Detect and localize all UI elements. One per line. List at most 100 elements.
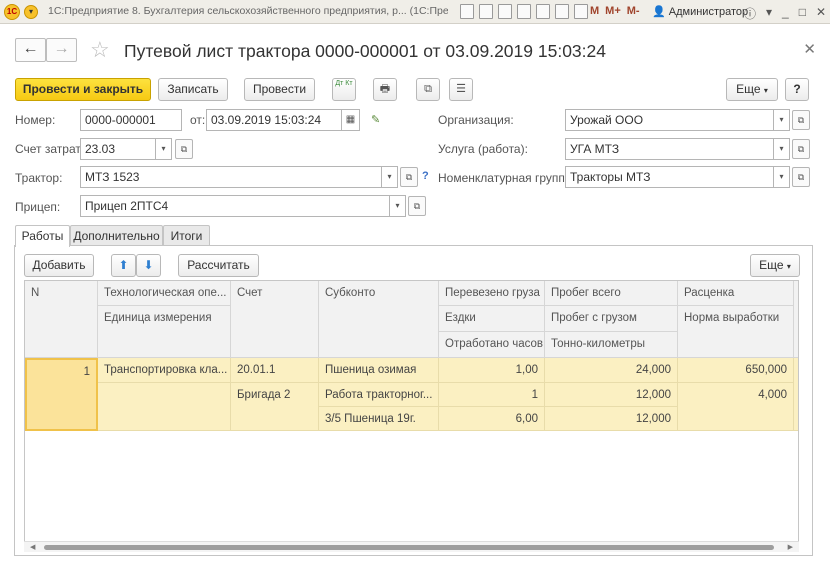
memory-plus-button[interactable]: M+ [605, 5, 621, 17]
cost-account-input[interactable]: 23.03 [80, 138, 156, 160]
row-1-subconto-2[interactable]: Работа тракторног... [319, 383, 439, 407]
col-header-mileage-total[interactable]: Пробег всего [545, 281, 678, 306]
service-open-button[interactable]: ⧉ [792, 139, 810, 159]
tab-totals[interactable]: Итоги [163, 225, 210, 246]
print-button[interactable]: 🖶 [373, 78, 397, 101]
move-down-button[interactable]: ⬇ [136, 254, 161, 277]
tractor-help-icon[interactable]: ? [422, 170, 429, 182]
structure-button[interactable]: ⧉ [416, 78, 440, 101]
col-header-account[interactable]: Счет [231, 281, 319, 358]
info-icon[interactable]: ⓘ [744, 5, 756, 22]
help-button[interactable]: ? [785, 78, 809, 101]
scroll-left-icon[interactable]: ◀ [30, 542, 35, 553]
print-icon[interactable] [479, 4, 493, 19]
minimize-icon[interactable]: _ [782, 5, 789, 22]
trailer-input[interactable]: Прицеп 2ПТС4 [80, 195, 390, 217]
row-1-brigade[interactable]: Бригада 2 [231, 383, 319, 431]
service-input[interactable]: УГА МТЗ [565, 138, 774, 160]
window-menu-chevron-icon[interactable]: ▾ [766, 5, 772, 22]
open-icon: ⧉ [180, 144, 188, 154]
row-1-account[interactable]: 20.01.1 [231, 358, 319, 383]
col-header-operation[interactable]: Технологическая опе... [98, 281, 231, 306]
row-1-mileage-total[interactable]: 24,000 [545, 358, 678, 383]
tab-additional[interactable]: Дополнительно [70, 225, 163, 246]
tractor-dropdown[interactable]: ▾ [382, 166, 398, 188]
preview-icon[interactable] [498, 4, 512, 19]
col-header-mileage-cargo[interactable]: Пробег с грузом [545, 306, 678, 332]
chevron-down-icon: ▾ [395, 201, 400, 210]
nomenclature-group-open-button[interactable]: ⧉ [792, 167, 810, 187]
post-and-close-button[interactable]: Провести и закрыть [15, 78, 151, 101]
col-header-unit[interactable]: Единица измерения [98, 306, 231, 358]
service-dropdown[interactable]: ▾ [774, 138, 790, 160]
tab-works[interactable]: Работы [15, 225, 70, 247]
add-row-button[interactable]: Добавить [24, 254, 94, 277]
organization-input[interactable]: Урожай ООО [565, 109, 774, 131]
row-1-ton-km[interactable]: 12,000 [545, 407, 678, 431]
table-more-button[interactable]: Еще ▾ [750, 254, 800, 277]
save-button[interactable]: Записать [158, 78, 228, 101]
row-1-unit[interactable] [98, 383, 231, 431]
row-1-operation[interactable]: Транспортировка кла... [98, 358, 231, 383]
open-icon: ⧉ [797, 172, 805, 182]
move-up-button[interactable]: ⬆ [111, 254, 136, 277]
col-header-rate[interactable]: Расценка [678, 281, 794, 306]
main-menu-icon[interactable]: ▾ [24, 5, 38, 19]
tractor-open-button[interactable]: ⧉ [400, 167, 418, 187]
more-button[interactable]: Еще ▾ [726, 78, 778, 101]
current-user[interactable]: 👤 Администратор [652, 5, 748, 18]
date-picker-button[interactable]: ▦ [342, 109, 360, 131]
dt-kt-button[interactable]: Дт Кт [332, 78, 356, 101]
calculator-icon[interactable] [555, 4, 569, 19]
calculate-button[interactable]: Рассчитать [178, 254, 259, 277]
memory-minus-button[interactable]: M- [627, 5, 640, 17]
post-button[interactable]: Провести [244, 78, 315, 101]
back-button[interactable]: ← [15, 38, 46, 62]
organization-open-button[interactable]: ⧉ [792, 110, 810, 130]
col-header-subconto[interactable]: Субконто [319, 281, 439, 358]
window-close-icon[interactable]: ✕ [816, 5, 826, 22]
row-1-trips[interactable]: 1 [439, 383, 545, 407]
scroll-right-icon[interactable]: ▶ [788, 542, 793, 553]
attachments-button[interactable]: ☰ [449, 78, 473, 101]
row-1-cargo[interactable]: 1,00 [439, 358, 545, 383]
row-1-rate[interactable]: 650,000 [678, 358, 794, 383]
row-1-hours[interactable]: 6,00 [439, 407, 545, 431]
table-horizontal-scrollbar[interactable]: ◀ ▶ [24, 541, 799, 552]
col-header-n[interactable]: N [25, 281, 98, 358]
row-1-norm[interactable]: 4,000 [678, 383, 794, 431]
row-1-subconto-1[interactable]: Пшеница озимая [319, 358, 439, 383]
number-input[interactable]: 0000-000001 [80, 109, 182, 131]
link-icon[interactable] [517, 4, 531, 19]
trailer-open-button[interactable]: ⧉ [408, 196, 426, 216]
col-header-cargo[interactable]: Перевезено груза [439, 281, 545, 306]
col-header-ton-km[interactable]: Тонно-километры [545, 332, 678, 358]
history-icon[interactable] [536, 4, 550, 19]
col-header-trips[interactable]: Ездки [439, 306, 545, 332]
forward-button[interactable]: → [46, 38, 77, 62]
col-header-norm[interactable]: Норма выработки [678, 306, 794, 358]
works-table[interactable]: N Технологическая опе... Единица измерен… [24, 280, 799, 552]
cost-account-open-button[interactable]: ⧉ [175, 139, 193, 159]
trailer-dropdown[interactable]: ▾ [390, 195, 406, 217]
tractor-input[interactable]: МТЗ 1523 [80, 166, 382, 188]
maximize-icon[interactable]: □ [799, 5, 806, 22]
number-label: Номер: [15, 113, 56, 127]
save-icon[interactable] [460, 4, 474, 19]
nomenclature-group-dropdown[interactable]: ▾ [774, 166, 790, 188]
form-close-icon[interactable]: ✕ [803, 40, 816, 58]
scrollbar-thumb[interactable] [44, 545, 774, 550]
date-input[interactable]: 03.09.2019 15:03:24 [206, 109, 342, 131]
memory-m-button[interactable]: M [590, 5, 599, 17]
calendar-icon[interactable] [574, 4, 588, 19]
col-header-hours[interactable]: Отработано часов [439, 332, 545, 358]
cost-account-dropdown[interactable]: ▾ [156, 138, 172, 160]
nomenclature-group-input[interactable]: Тракторы МТЗ [565, 166, 774, 188]
row-1-mileage-cargo[interactable]: 12,000 [545, 383, 678, 407]
row-1-subconto-3[interactable]: 3/5 Пшеница 19г. [319, 407, 439, 431]
favorite-star-icon[interactable]: ☆ [90, 38, 110, 62]
trailer-label: Прицеп: [15, 200, 61, 214]
organization-dropdown[interactable]: ▾ [774, 109, 790, 131]
edit-approved-icon[interactable]: ✎ [371, 113, 380, 126]
row-1-n[interactable]: 1 [25, 358, 98, 431]
